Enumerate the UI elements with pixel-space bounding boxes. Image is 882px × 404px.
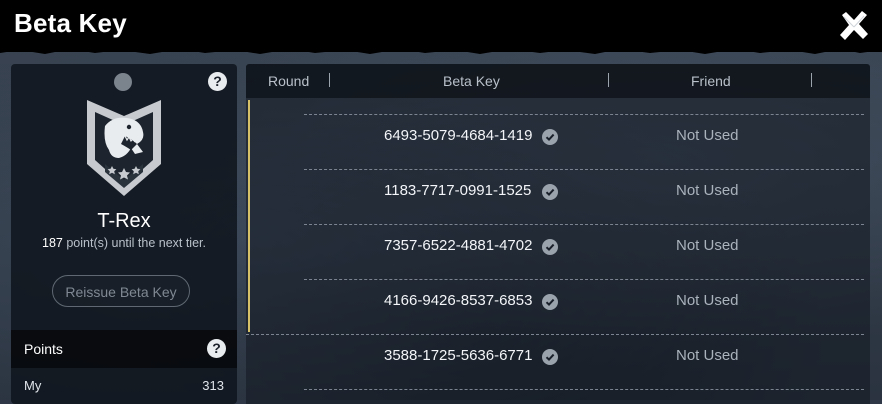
friend-status: Not Used [676, 237, 739, 254]
points-header: Points ? [11, 330, 237, 368]
friend-status: Not Used [676, 182, 739, 199]
close-icon[interactable] [836, 8, 872, 44]
tier-indicator-dot[interactable] [114, 73, 132, 91]
check-circle-icon [542, 349, 558, 365]
table-row[interactable]: 3588-1725-5636-6771 Not Used [246, 347, 870, 402]
friend-status: Not Used [676, 127, 739, 144]
beta-key-value: 6493-5079-4684-1419 [384, 127, 533, 144]
tier-note-text: point(s) until the next tier. [62, 236, 206, 250]
column-header-round[interactable]: Round [268, 73, 309, 89]
title-bar-edge [0, 44, 882, 54]
tier-panel: ? T-Rex 187 point(s) until the next tier… [11, 64, 237, 404]
check-circle-icon [542, 129, 558, 145]
column-header-friend[interactable]: Friend [691, 73, 731, 89]
beta-key-value: 4166-9426-8537-6853 [384, 292, 533, 309]
table-header: Round Beta Key Friend [246, 64, 870, 98]
column-header-beta-key[interactable]: Beta Key [443, 73, 500, 89]
beta-key-value: 1183-7717-0991-1525 [384, 182, 532, 199]
tier-name: T-Rex [97, 210, 151, 232]
column-divider [811, 73, 812, 87]
points-until-next: 187 [42, 236, 63, 250]
tier-progress-note: 187 point(s) until the next tier. [11, 236, 237, 250]
points-help-question-icon[interactable]: ? [207, 339, 226, 358]
check-circle-icon [542, 239, 558, 255]
points-row-value: 313 [202, 378, 224, 393]
row-divider [246, 334, 864, 335]
table-row[interactable]: 6493-5079-4684-1419 Not Used [246, 127, 870, 182]
column-divider [608, 73, 609, 87]
row-divider [304, 114, 864, 115]
row-divider [304, 169, 864, 170]
row-divider [304, 389, 864, 390]
column-divider [329, 73, 330, 87]
table-row[interactable]: 7357-6522-4881-4702 Not Used [246, 237, 870, 292]
friend-status: Not Used [676, 347, 739, 364]
check-circle-icon [542, 294, 558, 310]
beta-key-value: 3588-1725-5636-6771 [384, 347, 533, 364]
points-row-label: My [24, 378, 42, 393]
page-title: Beta Key [14, 8, 127, 38]
help-question-icon[interactable]: ? [208, 72, 227, 91]
table-row[interactable]: 4166-9426-8537-6853 Not Used [246, 292, 870, 347]
row-divider [304, 279, 864, 280]
beta-key-table: Round Beta Key Friend 6493-5079-4684-141… [246, 64, 870, 404]
row-divider [304, 224, 864, 225]
points-label: Points [24, 341, 63, 357]
table-body: 6493-5079-4684-1419 Not Used 1183-7717-0… [246, 98, 870, 404]
friend-status: Not Used [676, 292, 739, 309]
reissue-beta-key-button[interactable]: Reissue Beta Key [52, 275, 190, 307]
beta-key-value: 7357-6522-4881-4702 [384, 237, 533, 254]
points-row-my: My 313 [11, 368, 237, 404]
table-row[interactable]: 1183-7717-0991-1525 Not Used [246, 182, 870, 237]
t-rex-badge-icon [83, 94, 165, 200]
check-circle-icon [542, 184, 558, 200]
